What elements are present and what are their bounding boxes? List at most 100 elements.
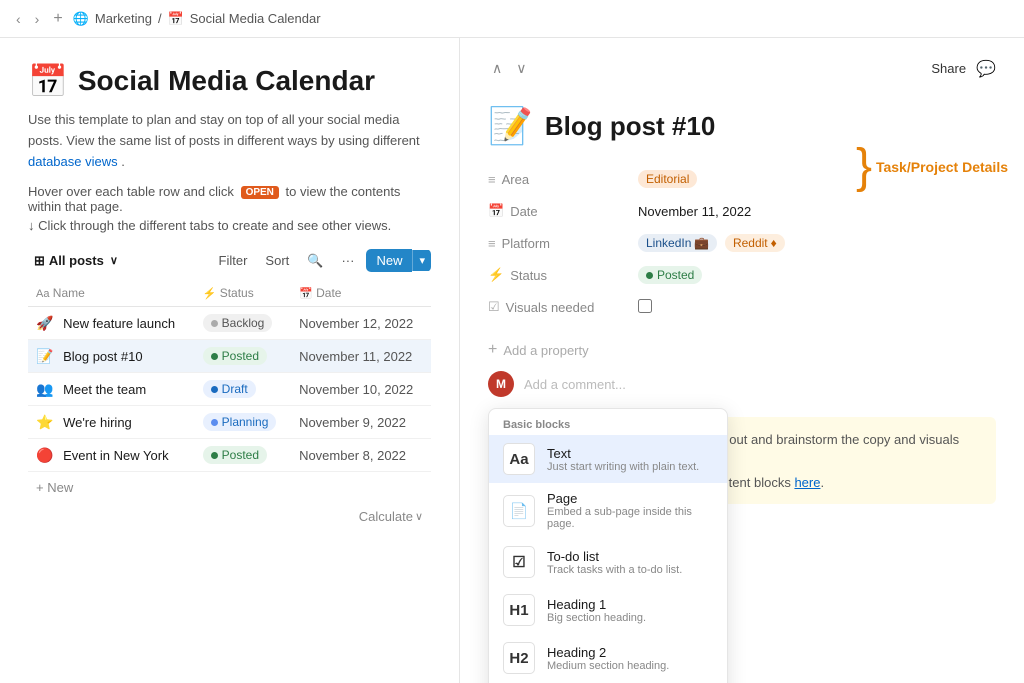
table-row[interactable]: 📝 Blog post #10 Posted November 11, 2022 xyxy=(28,340,431,373)
table-header-row: Aa Name ⚡ Status 📅 Date xyxy=(28,280,431,307)
filter-button[interactable]: Filter xyxy=(213,250,254,271)
calculate-button[interactable]: Calculate ∨ xyxy=(28,503,431,530)
comment-placeholder: Add a comment... xyxy=(524,377,626,392)
row-status-cell: Backlog xyxy=(195,307,291,340)
row-status-cell: Draft xyxy=(195,373,291,406)
block-item-page[interactable]: 📄 Page Embed a sub-page inside this page… xyxy=(489,483,727,538)
table-row[interactable]: 🚀 New feature launch Backlog November 12… xyxy=(28,307,431,340)
status-posted-badge: Posted xyxy=(638,266,702,284)
more-options-button[interactable]: ··· xyxy=(335,250,360,271)
topbar: ‹ › + 🌐 Marketing / 📅 Social Media Calen… xyxy=(0,0,1024,38)
prop-visuals-label: ☑ Visuals needed xyxy=(488,299,638,315)
prop-platform-value[interactable]: LinkedIn 💼 Reddit ♦ xyxy=(638,234,996,252)
db-view-button[interactable]: ⊞ All posts ∨ xyxy=(28,250,124,272)
nav-forward-button[interactable]: › xyxy=(31,9,44,29)
table-row[interactable]: 👥 Meet the team Draft November 10, 2022 xyxy=(28,373,431,406)
page-title-text: Social Media Calendar xyxy=(78,65,375,97)
row-date-cell: November 8, 2022 xyxy=(291,439,431,472)
add-comment-area[interactable]: M Add a comment... xyxy=(488,363,996,405)
block-item-text[interactable]: Aa Text Just start writing with plain te… xyxy=(489,435,727,483)
prop-visuals-value[interactable] xyxy=(638,299,996,316)
row-icon: 🚀 xyxy=(36,315,53,331)
col-name: Aa Name xyxy=(28,280,195,307)
db-actions: Filter Sort 🔍 ··· New ▾ xyxy=(213,249,431,272)
row-icon: 📝 xyxy=(36,348,53,364)
visuals-checkbox[interactable] xyxy=(638,299,652,313)
block-desc: Just start writing with plain text. xyxy=(547,461,713,473)
col-date: 📅 Date xyxy=(291,280,431,307)
block-icon: Aa xyxy=(503,443,535,475)
page-detail-header: 📝 Blog post #10 xyxy=(488,105,996,147)
status-badge: Draft xyxy=(203,380,256,398)
add-row-button[interactable]: + New xyxy=(28,472,431,503)
page-title-icon: 📅 xyxy=(28,62,68,100)
db-view-chevron: ∨ xyxy=(110,254,118,267)
block-icon: H2 xyxy=(503,642,535,674)
block-item-h1[interactable]: H1 Heading 1 Big section heading. xyxy=(489,586,727,634)
breadcrumb-separator: / xyxy=(158,11,162,26)
comment-icon[interactable]: 💬 xyxy=(976,59,996,79)
database-table: Aa Name ⚡ Status 📅 Date 🚀 New feature la… xyxy=(28,280,431,472)
table-row[interactable]: 🔴 Event in New York Posted November 8, 2… xyxy=(28,439,431,472)
prop-platform-icon: ≡ xyxy=(488,236,496,251)
block-name: Heading 1 xyxy=(547,597,713,612)
row-name: We're hiring xyxy=(63,415,132,430)
add-property-plus: + xyxy=(488,341,497,359)
row-name-cell: ⭐ We're hiring xyxy=(28,406,195,439)
table-row[interactable]: ⭐ We're hiring Planning November 9, 2022 xyxy=(28,406,431,439)
globe-icon: 🌐 xyxy=(73,11,89,27)
new-arrow-button[interactable]: ▾ xyxy=(412,250,431,271)
status-badge: Posted xyxy=(203,347,267,365)
add-row-label: + New xyxy=(36,480,73,495)
prop-status-icon: ⚡ xyxy=(488,267,504,283)
annotation-brace: } xyxy=(856,143,872,191)
new-main-button[interactable]: New xyxy=(366,249,412,272)
prop-status-value[interactable]: Posted xyxy=(638,266,996,284)
topbar-left: ‹ › + 🌐 Marketing / 📅 Social Media Calen… xyxy=(12,8,321,30)
block-info: Heading 1 Big section heading. xyxy=(547,597,713,624)
database-views-link[interactable]: database views xyxy=(28,154,118,169)
open-badge: OPEN xyxy=(241,186,279,199)
page-hint2: ↓ Click through the different tabs to cr… xyxy=(28,218,431,233)
nav-back-button[interactable]: ‹ xyxy=(12,9,25,29)
prop-date-label: 📅 Date xyxy=(488,203,638,219)
block-desc: Track tasks with a to-do list. xyxy=(547,564,713,576)
right-nav-up[interactable]: ∧ xyxy=(488,58,506,79)
reddit-icon: ♦ xyxy=(771,236,777,250)
right-nav-down[interactable]: ∨ xyxy=(512,58,530,79)
breadcrumb-icon: 📅 xyxy=(168,11,184,27)
block-desc: Embed a sub-page inside this page. xyxy=(547,506,713,530)
row-name-cell: 🔴 Event in New York xyxy=(28,439,195,472)
tip-link[interactable]: here xyxy=(794,475,820,490)
row-name: Blog post #10 xyxy=(63,349,143,364)
share-button[interactable]: Share xyxy=(931,61,966,76)
row-name-cell: 📝 Blog post #10 xyxy=(28,340,195,373)
db-toolbar: ⊞ All posts ∨ Filter Sort 🔍 ··· New ▾ xyxy=(28,249,431,272)
status-dot xyxy=(211,320,218,327)
row-name: Event in New York xyxy=(63,448,169,463)
row-status-cell: Posted xyxy=(195,340,291,373)
new-page-button[interactable]: + xyxy=(49,8,66,30)
sort-button[interactable]: Sort xyxy=(259,250,295,271)
status-dot xyxy=(646,272,653,279)
new-button-group: New ▾ xyxy=(366,249,431,272)
row-icon: 👥 xyxy=(36,381,53,397)
prop-date-value[interactable]: November 11, 2022 xyxy=(638,204,996,219)
db-view-label: All posts xyxy=(49,253,104,268)
row-icon: 🔴 xyxy=(36,447,53,463)
page-hint1: Hover over each table row and click OPEN… xyxy=(28,184,431,214)
search-button[interactable]: 🔍 xyxy=(301,250,329,272)
add-property-button[interactable]: + Add a property xyxy=(488,337,996,363)
status-dot xyxy=(211,452,218,459)
row-icon: ⭐ xyxy=(36,414,53,430)
reddit-tag: Reddit ♦ xyxy=(725,234,785,252)
prop-platform-label: ≡ Platform xyxy=(488,236,638,251)
block-desc: Big section heading. xyxy=(547,612,713,624)
block-item-todo[interactable]: ☑ To-do list Track tasks with a to-do li… xyxy=(489,538,727,586)
prop-date: 📅 Date November 11, 2022 xyxy=(488,195,996,227)
main-layout: 📅 Social Media Calendar Use this templat… xyxy=(0,38,1024,683)
row-name-cell: 🚀 New feature launch xyxy=(28,307,195,340)
page-description: Use this template to plan and stay on to… xyxy=(28,110,431,172)
block-item-h2[interactable]: H2 Heading 2 Medium section heading. xyxy=(489,634,727,682)
row-status-cell: Posted xyxy=(195,439,291,472)
